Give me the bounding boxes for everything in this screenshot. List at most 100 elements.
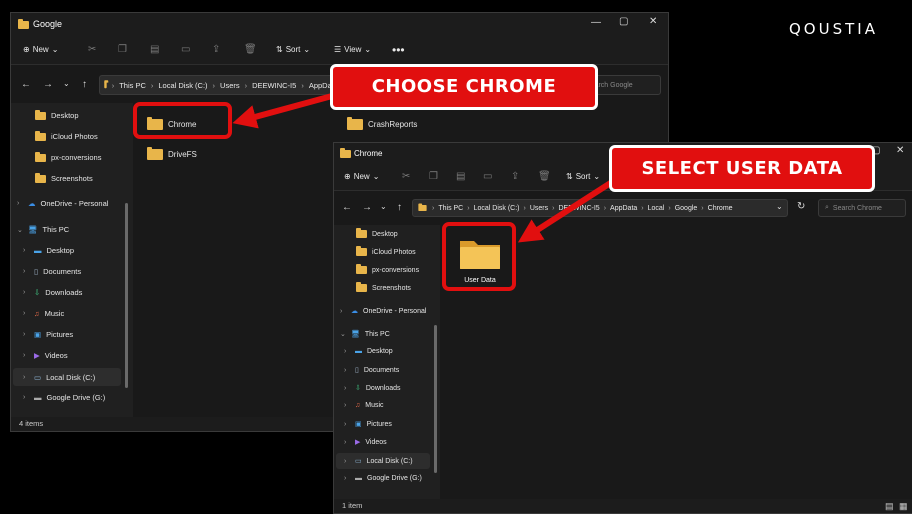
nav-item-documents[interactable]: › ▯ Documents — [344, 366, 399, 375]
sort-button[interactable]: ⇅ Sort ⌄ — [566, 172, 600, 181]
nav-item-videos[interactable]: › ▶ Videos — [23, 351, 68, 360]
nav-item-screenshots[interactable]: Screenshots — [356, 282, 411, 292]
nav-item-documents[interactable]: › ▯ Documents — [23, 267, 81, 276]
drive-icon: ▬ — [355, 475, 362, 482]
tiles-view-icon[interactable]: ▦ — [899, 501, 908, 512]
rename-icon[interactable]: ▭ — [483, 171, 492, 182]
breadcrumb[interactable]: Local — [648, 205, 665, 212]
folder-icon — [356, 264, 367, 274]
forward-arrow-icon[interactable]: → — [43, 79, 53, 90]
nav-item-google-drive[interactable]: › ▬ Google Drive (G:) — [344, 475, 422, 482]
details-view-icon[interactable]: ▤ — [885, 501, 894, 512]
back-arrow-icon[interactable]: ← — [342, 202, 352, 213]
share-icon[interactable]: ⇪ — [511, 171, 519, 182]
nav-item-this-pc[interactable]: ⌄ 🖥 This PC — [17, 225, 69, 234]
up-arrow-icon[interactable]: ↑ — [397, 202, 402, 213]
recent-chevron-icon[interactable]: ⌄ — [380, 202, 387, 211]
nav-item-desktop[interactable]: Desktop — [35, 109, 79, 120]
nav-item-google-drive[interactable]: › ▬ Google Drive (G:) — [23, 393, 105, 402]
more-options-icon[interactable]: ••• — [392, 43, 405, 57]
maximize-icon[interactable]: ▢ — [619, 16, 628, 27]
rename-icon[interactable]: ▭ — [181, 44, 190, 55]
sort-button[interactable]: ⇅ Sort ⌄ — [276, 45, 310, 54]
nav-item-screenshots[interactable]: Screenshots — [35, 172, 93, 183]
folder-icon — [356, 228, 367, 238]
nav-item-onedrive[interactable]: › ☁ OneDrive - Personal — [17, 199, 108, 208]
back-arrow-icon[interactable]: ← — [21, 79, 31, 90]
folder-icon — [18, 19, 29, 29]
paste-icon[interactable]: ▤ — [456, 171, 465, 182]
nav-item-music[interactable]: › ♫ Music — [23, 309, 64, 318]
breadcrumb[interactable]: Users — [220, 81, 240, 90]
refresh-icon[interactable]: ↻ — [797, 201, 805, 212]
folder-icon — [104, 80, 108, 89]
close-icon[interactable]: ✕ — [649, 16, 657, 27]
delete-icon[interactable]: 🗑 — [244, 44, 257, 55]
desktop-icon: ▬ — [355, 348, 362, 355]
video-icon: ▶ — [355, 439, 361, 446]
breadcrumb[interactable]: Users — [530, 205, 548, 212]
cut-icon[interactable]: ✂ — [402, 171, 410, 182]
nav-item-downloads[interactable]: › ⇩ Downloads — [344, 384, 401, 393]
desktop-icon: ▬ — [34, 246, 42, 255]
nav-scrollbar[interactable] — [434, 325, 437, 473]
new-button[interactable]: ⊕ New ⌄ — [23, 45, 58, 54]
chevron-right-icon: › — [17, 200, 20, 207]
nav-item-desktop-pc[interactable]: › ▬ Desktop — [23, 246, 74, 255]
breadcrumb[interactable]: DEEWINC-I5 — [252, 81, 296, 90]
address-bar[interactable]: › This PC › Local Disk (C:) › Users › DEEWIN… — [412, 199, 788, 217]
nav-item-desktop[interactable]: Desktop — [356, 228, 398, 238]
breadcrumb[interactable]: This PC — [119, 81, 146, 90]
view-button[interactable]: ☰ View ⌄ — [334, 45, 371, 54]
copy-icon[interactable]: ❐ — [118, 44, 127, 55]
nav-item-icloud-photos[interactable]: iCloud Photos — [356, 246, 416, 256]
folder-item-crashreports[interactable]: CrashReports — [347, 117, 417, 130]
chevron-down-icon: ⌄ — [340, 331, 346, 338]
folder-item-drivefs[interactable]: DriveFS — [147, 147, 197, 160]
chevron-right-icon: › — [340, 307, 343, 315]
nav-item-desktop-pc[interactable]: › ▬ Desktop — [344, 348, 393, 355]
breadcrumb[interactable]: Local Disk (C:) — [158, 81, 207, 90]
new-button[interactable]: ⊕ New ⌄ — [344, 172, 379, 181]
address-bar[interactable]: › This PC › Local Disk (C:) › Users › DEEWIN… — [99, 75, 339, 95]
paste-icon[interactable]: ▤ — [150, 44, 159, 55]
up-arrow-icon[interactable]: ↑ — [82, 79, 87, 90]
search-icon: ⌕ — [825, 204, 829, 211]
window-title: Google — [33, 19, 63, 29]
share-icon[interactable]: ⇪ — [212, 44, 220, 55]
nav-item-pictures[interactable]: › ▣ Pictures — [344, 420, 392, 429]
recent-chevron-icon[interactable]: ⌄ — [63, 79, 70, 88]
cloud-icon: ☁ — [28, 199, 36, 208]
nav-item-this-pc[interactable]: ⌄ 🖥 This PC — [340, 330, 390, 339]
nav-item-icloud-photos[interactable]: iCloud Photos — [35, 130, 98, 141]
nav-item-px-conversions[interactable]: px-conversions — [356, 264, 419, 274]
address-dropdown-icon[interactable]: ⌄ — [776, 202, 783, 211]
address-row: ← → ⌄ ↑ › This PC › Local Disk (C:) › Users… — [334, 191, 912, 225]
close-icon[interactable]: ✕ — [896, 145, 904, 156]
breadcrumb[interactable]: Local Disk (C:) — [474, 205, 520, 212]
nav-item-downloads[interactable]: › ⇩ Downloads — [23, 288, 82, 297]
nav-item-local-disk[interactable]: › ▭ Local Disk (C:) — [336, 453, 430, 469]
nav-item-videos[interactable]: › ▶ Videos — [344, 438, 387, 447]
computer-icon: 🖥 — [351, 331, 360, 338]
download-icon: ⇩ — [355, 385, 361, 392]
search-input[interactable]: ⌕ Search Chrome — [818, 199, 906, 217]
nav-item-pictures[interactable]: › ▣ Pictures — [23, 330, 73, 339]
minimize-icon[interactable]: — — [591, 17, 601, 28]
folder-icon — [356, 246, 367, 256]
nav-item-px-conversions[interactable]: px-conversions — [35, 151, 101, 162]
cut-icon[interactable]: ✂ — [88, 44, 96, 55]
delete-icon[interactable]: 🗑 — [538, 171, 551, 182]
breadcrumb[interactable]: This PC — [438, 205, 463, 212]
nav-scrollbar[interactable] — [125, 203, 128, 388]
copy-icon[interactable]: ❐ — [429, 171, 438, 182]
breadcrumb[interactable]: AppData — [610, 205, 637, 212]
breadcrumb[interactable]: Google — [675, 205, 698, 212]
nav-item-music[interactable]: › ♫ Music — [344, 402, 384, 409]
forward-arrow-icon[interactable]: → — [362, 202, 372, 213]
drive-icon: ▭ — [355, 458, 362, 465]
breadcrumb[interactable]: DEEWINC-I5 — [558, 205, 599, 212]
nav-item-onedrive[interactable]: › ☁ OneDrive - Personal — [340, 307, 426, 316]
nav-item-local-disk[interactable]: › ▭ Local Disk (C:) — [13, 368, 121, 386]
breadcrumb[interactable]: Chrome — [708, 205, 733, 212]
